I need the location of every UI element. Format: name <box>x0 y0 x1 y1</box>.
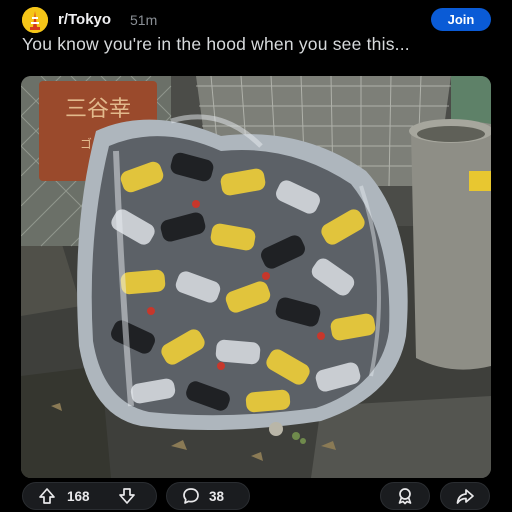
comment-bubble-icon <box>183 488 199 504</box>
post-title[interactable]: You know you're in the hood when you see… <box>22 34 492 55</box>
arrow-down-icon <box>118 488 135 504</box>
downvote-button[interactable] <box>117 486 137 506</box>
vote-control: 168 <box>22 482 157 510</box>
post-image[interactable]: 三谷幸 ゴミ箱 <box>21 76 491 478</box>
share-arrow-icon <box>456 489 474 504</box>
comment-icon-wrap <box>181 486 201 506</box>
action-bar: 168 38 <box>0 481 512 512</box>
upvote-button[interactable] <box>37 486 57 506</box>
photo-trash-bag-of-cans: 三谷幸 ゴミ箱 <box>21 76 491 478</box>
award-button[interactable] <box>380 482 430 510</box>
tokyo-tower-icon <box>22 7 48 33</box>
subreddit-name[interactable]: r/Tokyo <box>58 11 111 28</box>
comment-count: 38 <box>209 488 225 504</box>
join-button[interactable]: Join <box>431 8 491 31</box>
sign-text: 三谷幸 <box>65 97 131 122</box>
post-age: 51m <box>130 12 158 28</box>
subreddit-avatar[interactable] <box>22 7 48 33</box>
post-header: r/Tokyo 51m Join <box>0 0 512 38</box>
share-button[interactable] <box>440 482 490 510</box>
award-icon <box>398 488 412 505</box>
comments-button[interactable]: 38 <box>166 482 250 510</box>
arrow-up-icon <box>39 488 55 504</box>
upvote-count: 168 <box>67 488 90 504</box>
